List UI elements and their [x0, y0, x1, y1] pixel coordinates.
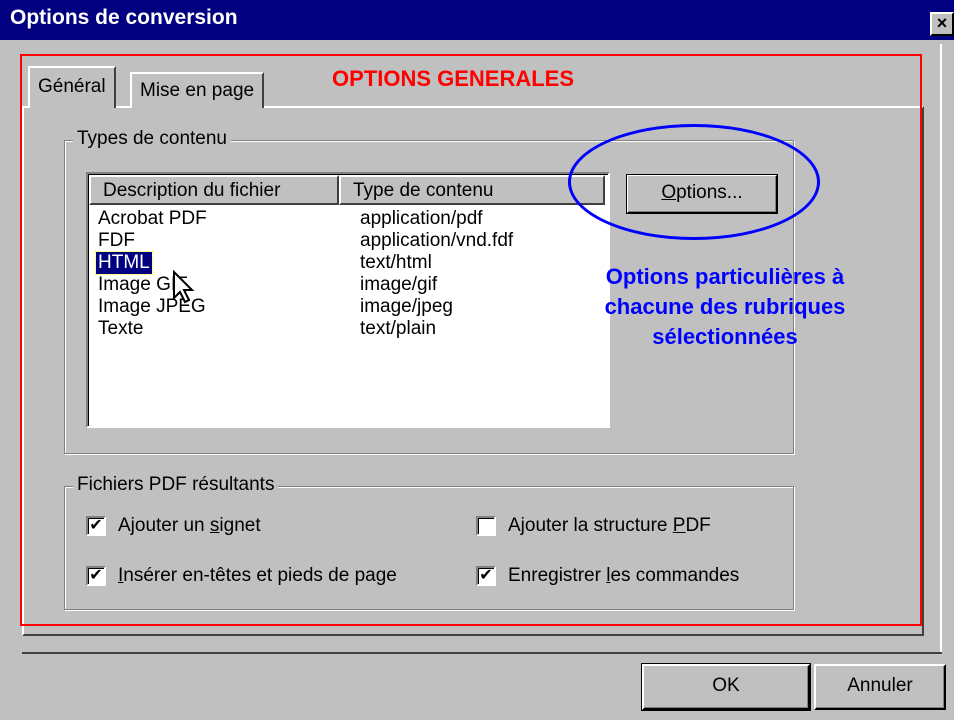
options-button-mnemonic: O — [661, 182, 677, 203]
panel-edge — [940, 44, 942, 654]
close-button[interactable]: × — [930, 12, 954, 36]
checkbox-label: Ajouter un signet — [118, 515, 261, 536]
annotation-blue-line: chacune des rubriques — [604, 294, 846, 319]
list-item-type: image/gif — [360, 274, 438, 295]
list-item-description: Acrobat PDF — [98, 208, 207, 229]
checkbox-label: Insérer en-têtes et pieds de page — [118, 565, 397, 586]
check-icon[interactable]: ✔ — [476, 566, 496, 586]
column-header-description[interactable]: Description du fichier — [89, 175, 339, 205]
list-item-type: application/vnd.fdf — [360, 230, 514, 251]
unchecked-box-icon[interactable] — [476, 516, 496, 536]
result-pdf-group: Fichiers PDF résultants — [64, 474, 794, 610]
ok-button[interactable]: OK — [641, 663, 811, 711]
options-button-label: ptions... — [676, 182, 743, 203]
list-item-type: image/jpeg — [360, 296, 453, 317]
check-icon[interactable]: ✔ — [86, 566, 106, 586]
content-types-legend: Types de contenu — [73, 128, 231, 150]
annotation-blue-text: Options particulières à chacune des rubr… — [540, 262, 910, 352]
close-icon: × — [936, 13, 948, 33]
tab-page-layout-label: Mise en page — [140, 80, 255, 101]
cancel-button[interactable]: Annuler — [814, 664, 946, 710]
list-item-description: FDF — [98, 230, 135, 251]
checkbox-label: Enregistrer les commandes — [508, 565, 740, 586]
tab-page-layout[interactable]: Mise en page — [130, 72, 265, 108]
arrow-cursor-icon — [173, 270, 195, 304]
title-bar: Options de conversion × — [0, 0, 954, 40]
annotation-blue-line: Options particulières à — [605, 264, 845, 289]
list-item-description: Texte — [98, 318, 144, 339]
checkbox-label: Ajouter la structure PDF — [508, 515, 711, 536]
panel-separator — [22, 652, 942, 654]
result-pdf-legend: Fichiers PDF résultants — [73, 474, 279, 496]
tab-general-label: Général — [38, 76, 106, 97]
content-types-list[interactable]: Description du fichier Type de contenu A… — [86, 172, 610, 428]
list-item-description: HTML — [95, 251, 153, 275]
list-item[interactable]: Acrobat PDF application/pdf — [98, 208, 598, 230]
window-title: Options de conversion — [10, 6, 238, 29]
list-item-type: text/plain — [360, 318, 437, 339]
list-item-type: application/pdf — [360, 208, 483, 229]
check-icon[interactable]: ✔ — [86, 516, 106, 536]
list-header: Description du fichier Type de contenu — [89, 175, 607, 205]
list-item-type: text/html — [360, 252, 432, 273]
annotation-heading: OPTIONS GENERALES — [332, 66, 575, 91]
column-header-content-type[interactable]: Type de contenu — [339, 175, 605, 205]
options-button[interactable]: Options... — [626, 174, 778, 214]
list-item[interactable]: FDF application/vnd.fdf — [98, 230, 598, 252]
annotation-blue-line: sélectionnées — [652, 324, 798, 349]
tab-general[interactable]: Général — [28, 66, 116, 108]
list-item[interactable]: Texte text/plain — [98, 318, 598, 340]
